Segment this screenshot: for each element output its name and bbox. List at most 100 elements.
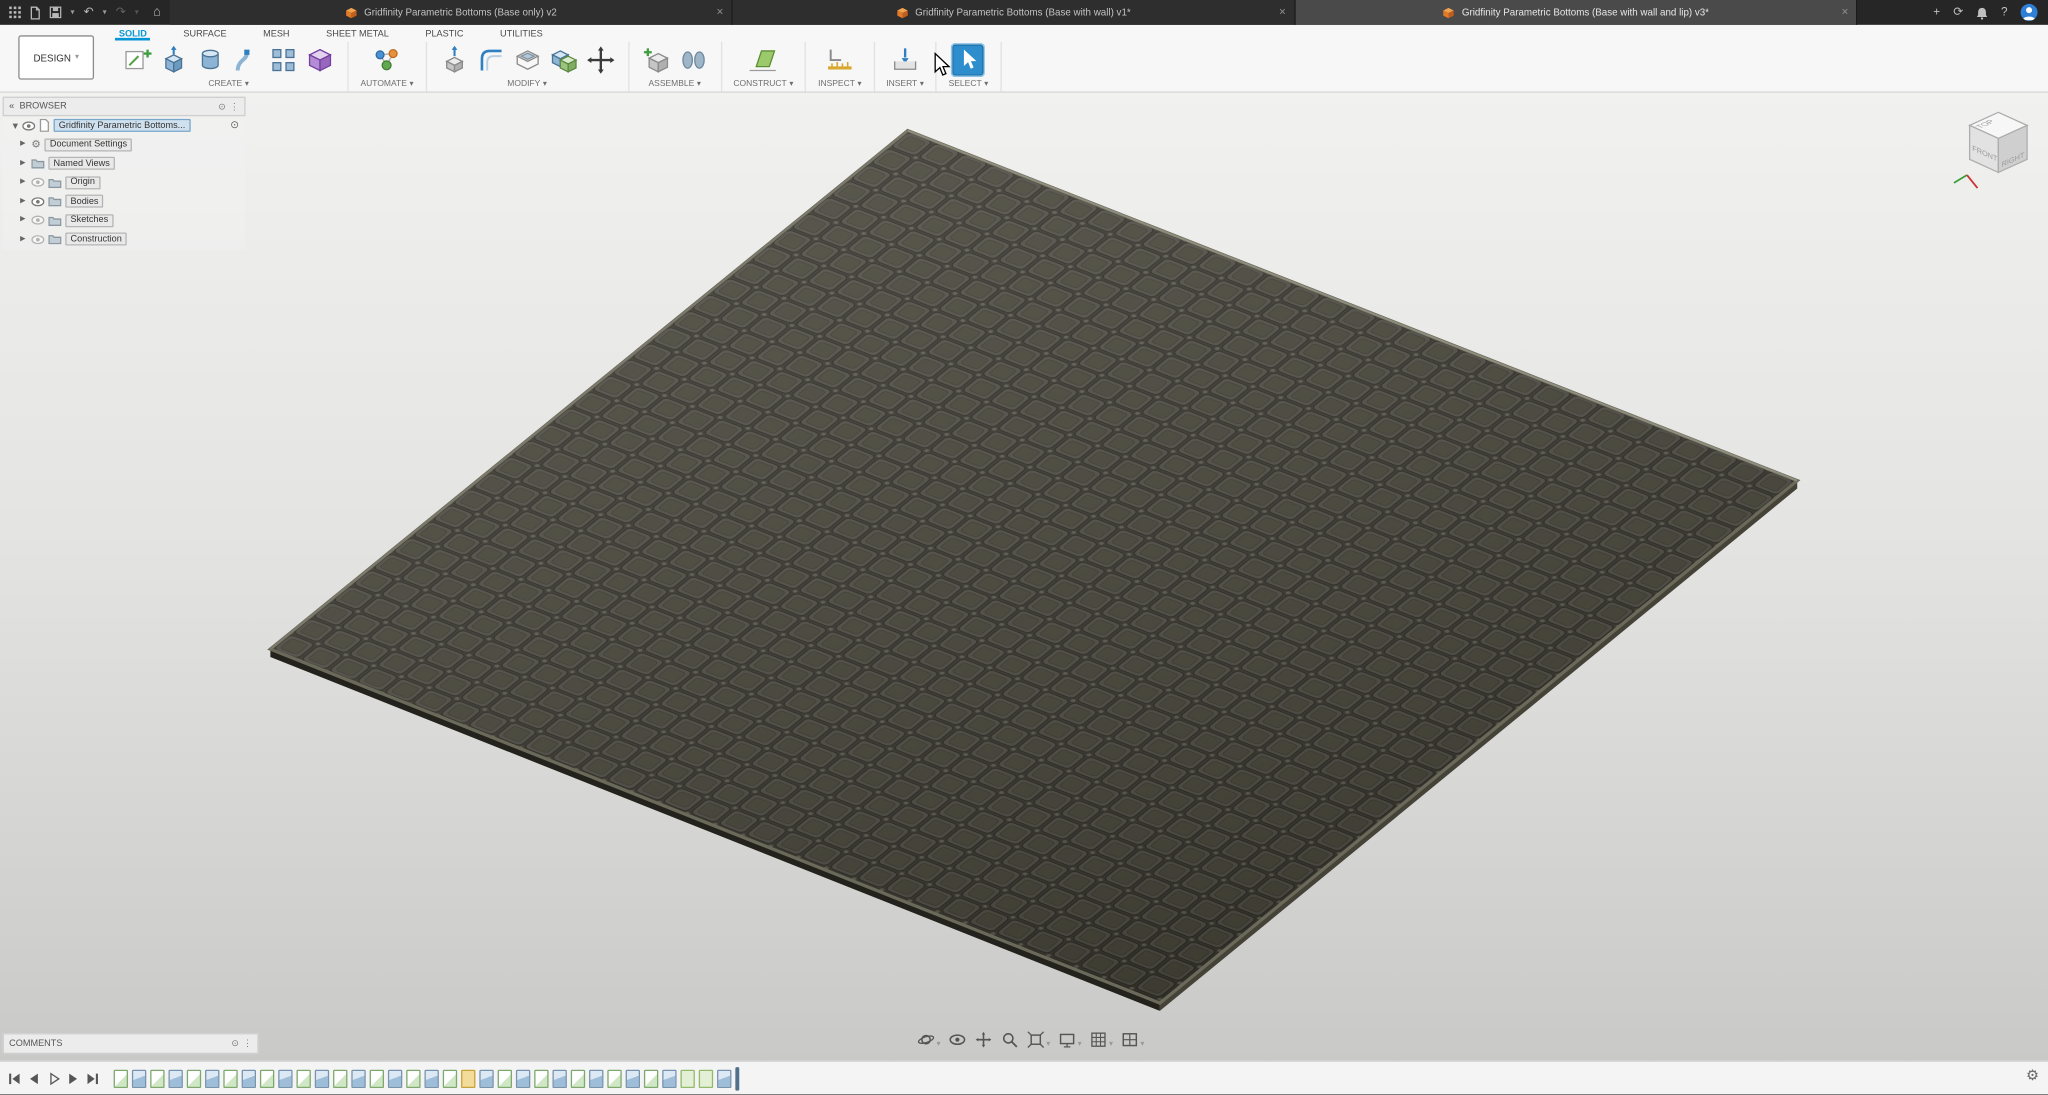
timeline-feature-sketch[interactable] xyxy=(296,1070,310,1088)
gridfinity-baseplate-model[interactable] xyxy=(0,91,2048,1060)
panel-grip-icon[interactable]: ⋮ xyxy=(243,1038,252,1048)
sweep-button[interactable] xyxy=(231,44,262,75)
expand-toggle[interactable]: ▶ xyxy=(18,198,27,205)
timeline-feature-sketch[interactable] xyxy=(443,1070,457,1088)
select-button[interactable] xyxy=(953,44,984,75)
look-at-icon[interactable] xyxy=(948,1031,966,1049)
activate-component-icon[interactable]: ⊙ xyxy=(230,120,239,130)
timeline-feature-warn[interactable] xyxy=(461,1070,475,1088)
step-forward-button[interactable] xyxy=(64,1070,81,1087)
expand-toggle[interactable]: ▶ xyxy=(18,217,27,224)
document-tab-2[interactable]: Gridfinity Parametric Bottoms (Base with… xyxy=(733,0,1296,25)
tab-sheet-metal[interactable]: SHEET METAL xyxy=(322,27,393,40)
assemble-menu[interactable]: ASSEMBLE▾ xyxy=(648,80,700,89)
panel-target-icon[interactable]: ⊙ xyxy=(218,101,226,111)
expand-toggle[interactable]: ▶ xyxy=(18,160,27,167)
new-component-button[interactable] xyxy=(641,44,672,75)
create-form-button[interactable] xyxy=(304,44,335,75)
skip-to-end-button[interactable] xyxy=(84,1070,101,1087)
inspect-menu[interactable]: INSPECT▾ xyxy=(818,80,861,89)
expand-toggle[interactable]: ▶ xyxy=(18,141,27,148)
visibility-eye-icon[interactable] xyxy=(31,235,44,244)
browser-item-label[interactable]: Sketches xyxy=(65,214,113,227)
construction-plane-button[interactable] xyxy=(748,44,779,75)
add-tab-button[interactable]: + xyxy=(1933,7,1940,19)
timeline-feature-extrude[interactable] xyxy=(552,1070,566,1088)
browser-item-label[interactable]: Bodies xyxy=(65,195,103,208)
grid-snaps-icon[interactable]: ▾ xyxy=(1089,1031,1113,1049)
timeline-feature-extrude[interactable] xyxy=(479,1070,493,1088)
timeline-feature-extrude[interactable] xyxy=(168,1070,182,1088)
extrude-button[interactable] xyxy=(158,44,189,75)
app-grid-icon[interactable] xyxy=(9,7,21,19)
browser-item-label[interactable]: Origin xyxy=(65,176,100,189)
browser-header[interactable]: « BROWSER ⊙ ⋮ xyxy=(3,97,246,117)
select-menu[interactable]: SELECT▾ xyxy=(949,80,989,89)
workspace-selector[interactable]: DESIGN ▾ xyxy=(18,35,94,79)
browser-root-row[interactable]: ▶ Gridfinity Parametric Bottoms... ⊙ xyxy=(3,116,246,135)
viewport[interactable]: TOP FRONT RIGHT xyxy=(0,91,2048,1060)
viewports-icon[interactable]: ▾ xyxy=(1121,1031,1145,1049)
browser-root-label[interactable]: Gridfinity Parametric Bottoms... xyxy=(54,119,191,132)
automate-button[interactable] xyxy=(371,44,402,75)
timeline-feature-extrude[interactable] xyxy=(278,1070,292,1088)
timeline-feature-extrude[interactable] xyxy=(589,1070,603,1088)
timeline-feature-extrude[interactable] xyxy=(516,1070,530,1088)
timeline-feature-sketch[interactable] xyxy=(187,1070,201,1088)
measure-button[interactable] xyxy=(824,44,855,75)
file-menu-button[interactable] xyxy=(30,6,40,19)
orbit-icon[interactable]: ▾ xyxy=(917,1031,941,1049)
close-tab-button[interactable]: × xyxy=(1842,7,1849,19)
save-dropdown-caret[interactable]: ▾ xyxy=(71,8,75,16)
joint-button[interactable] xyxy=(677,44,708,75)
timeline-feature-extrude[interactable] xyxy=(626,1070,640,1088)
tab-utilities[interactable]: UTILITIES xyxy=(496,27,547,40)
expand-toggle[interactable]: ▶ xyxy=(10,121,17,130)
expand-toggle[interactable]: ▶ xyxy=(18,179,27,186)
timeline-feature-sketch[interactable] xyxy=(223,1070,237,1088)
panel-grip-icon[interactable]: ⋮ xyxy=(230,101,239,111)
browser-item-sketches[interactable]: ▶ Sketches xyxy=(3,211,246,230)
timeline-feature-extrude[interactable] xyxy=(662,1070,676,1088)
step-back-button[interactable] xyxy=(25,1070,42,1087)
pan-icon[interactable] xyxy=(974,1031,992,1049)
timeline-feature-sketch[interactable] xyxy=(607,1070,621,1088)
create-sketch-button[interactable] xyxy=(121,44,152,75)
expand-toggle[interactable]: ▶ xyxy=(18,236,27,243)
display-settings-icon[interactable]: ▾ xyxy=(1058,1031,1082,1049)
visibility-eye-icon[interactable] xyxy=(31,197,44,206)
visibility-eye-icon[interactable] xyxy=(22,121,35,130)
browser-item-origin[interactable]: ▶ Origin xyxy=(3,173,246,192)
timeline-feature-sketch[interactable] xyxy=(370,1070,384,1088)
fit-view-icon[interactable]: ▾ xyxy=(1027,1031,1051,1049)
tab-surface[interactable]: SURFACE xyxy=(179,27,230,40)
save-button[interactable] xyxy=(50,7,62,19)
timeline-feature-sketch[interactable] xyxy=(260,1070,274,1088)
collapse-panel-icon[interactable]: « xyxy=(9,102,14,111)
insert-menu[interactable]: INSERT▾ xyxy=(886,80,924,89)
home-icon[interactable]: ⌂ xyxy=(153,6,161,19)
play-button[interactable] xyxy=(44,1070,61,1087)
timeline-feature-extrude[interactable] xyxy=(388,1070,402,1088)
timeline-position-marker[interactable] xyxy=(735,1067,739,1091)
browser-item-bodies[interactable]: ▶ Bodies xyxy=(3,192,246,211)
avatar[interactable] xyxy=(2021,4,2038,21)
comments-panel[interactable]: COMMENTS ⊙ ⋮ xyxy=(3,1033,259,1054)
undo-dropdown-caret[interactable]: ▾ xyxy=(103,8,107,16)
timeline-feature-extrude[interactable] xyxy=(717,1070,731,1088)
timeline-feature-extrude[interactable] xyxy=(205,1070,219,1088)
undo-button[interactable]: ↶ xyxy=(84,7,94,19)
close-tab-button[interactable]: × xyxy=(1279,7,1286,19)
timeline-feature-sketch[interactable] xyxy=(150,1070,164,1088)
document-tab-1[interactable]: Gridfinity Parametric Bottoms (Base only… xyxy=(170,0,733,25)
create-menu[interactable]: CREATE▾ xyxy=(208,80,248,89)
zoom-icon[interactable] xyxy=(1001,1031,1019,1049)
tab-plastic[interactable]: PLASTIC xyxy=(421,27,467,40)
timeline-feature-sketch[interactable] xyxy=(571,1070,585,1088)
browser-item-document-settings[interactable]: ▶ ⚙ Document Settings xyxy=(3,135,246,154)
automate-menu[interactable]: AUTOMATE▾ xyxy=(360,80,413,89)
timeline-feature-extrude[interactable] xyxy=(242,1070,256,1088)
visibility-eye-icon[interactable] xyxy=(31,178,44,187)
insert-button[interactable] xyxy=(889,44,920,75)
redo-button[interactable]: ↷ xyxy=(116,7,126,19)
